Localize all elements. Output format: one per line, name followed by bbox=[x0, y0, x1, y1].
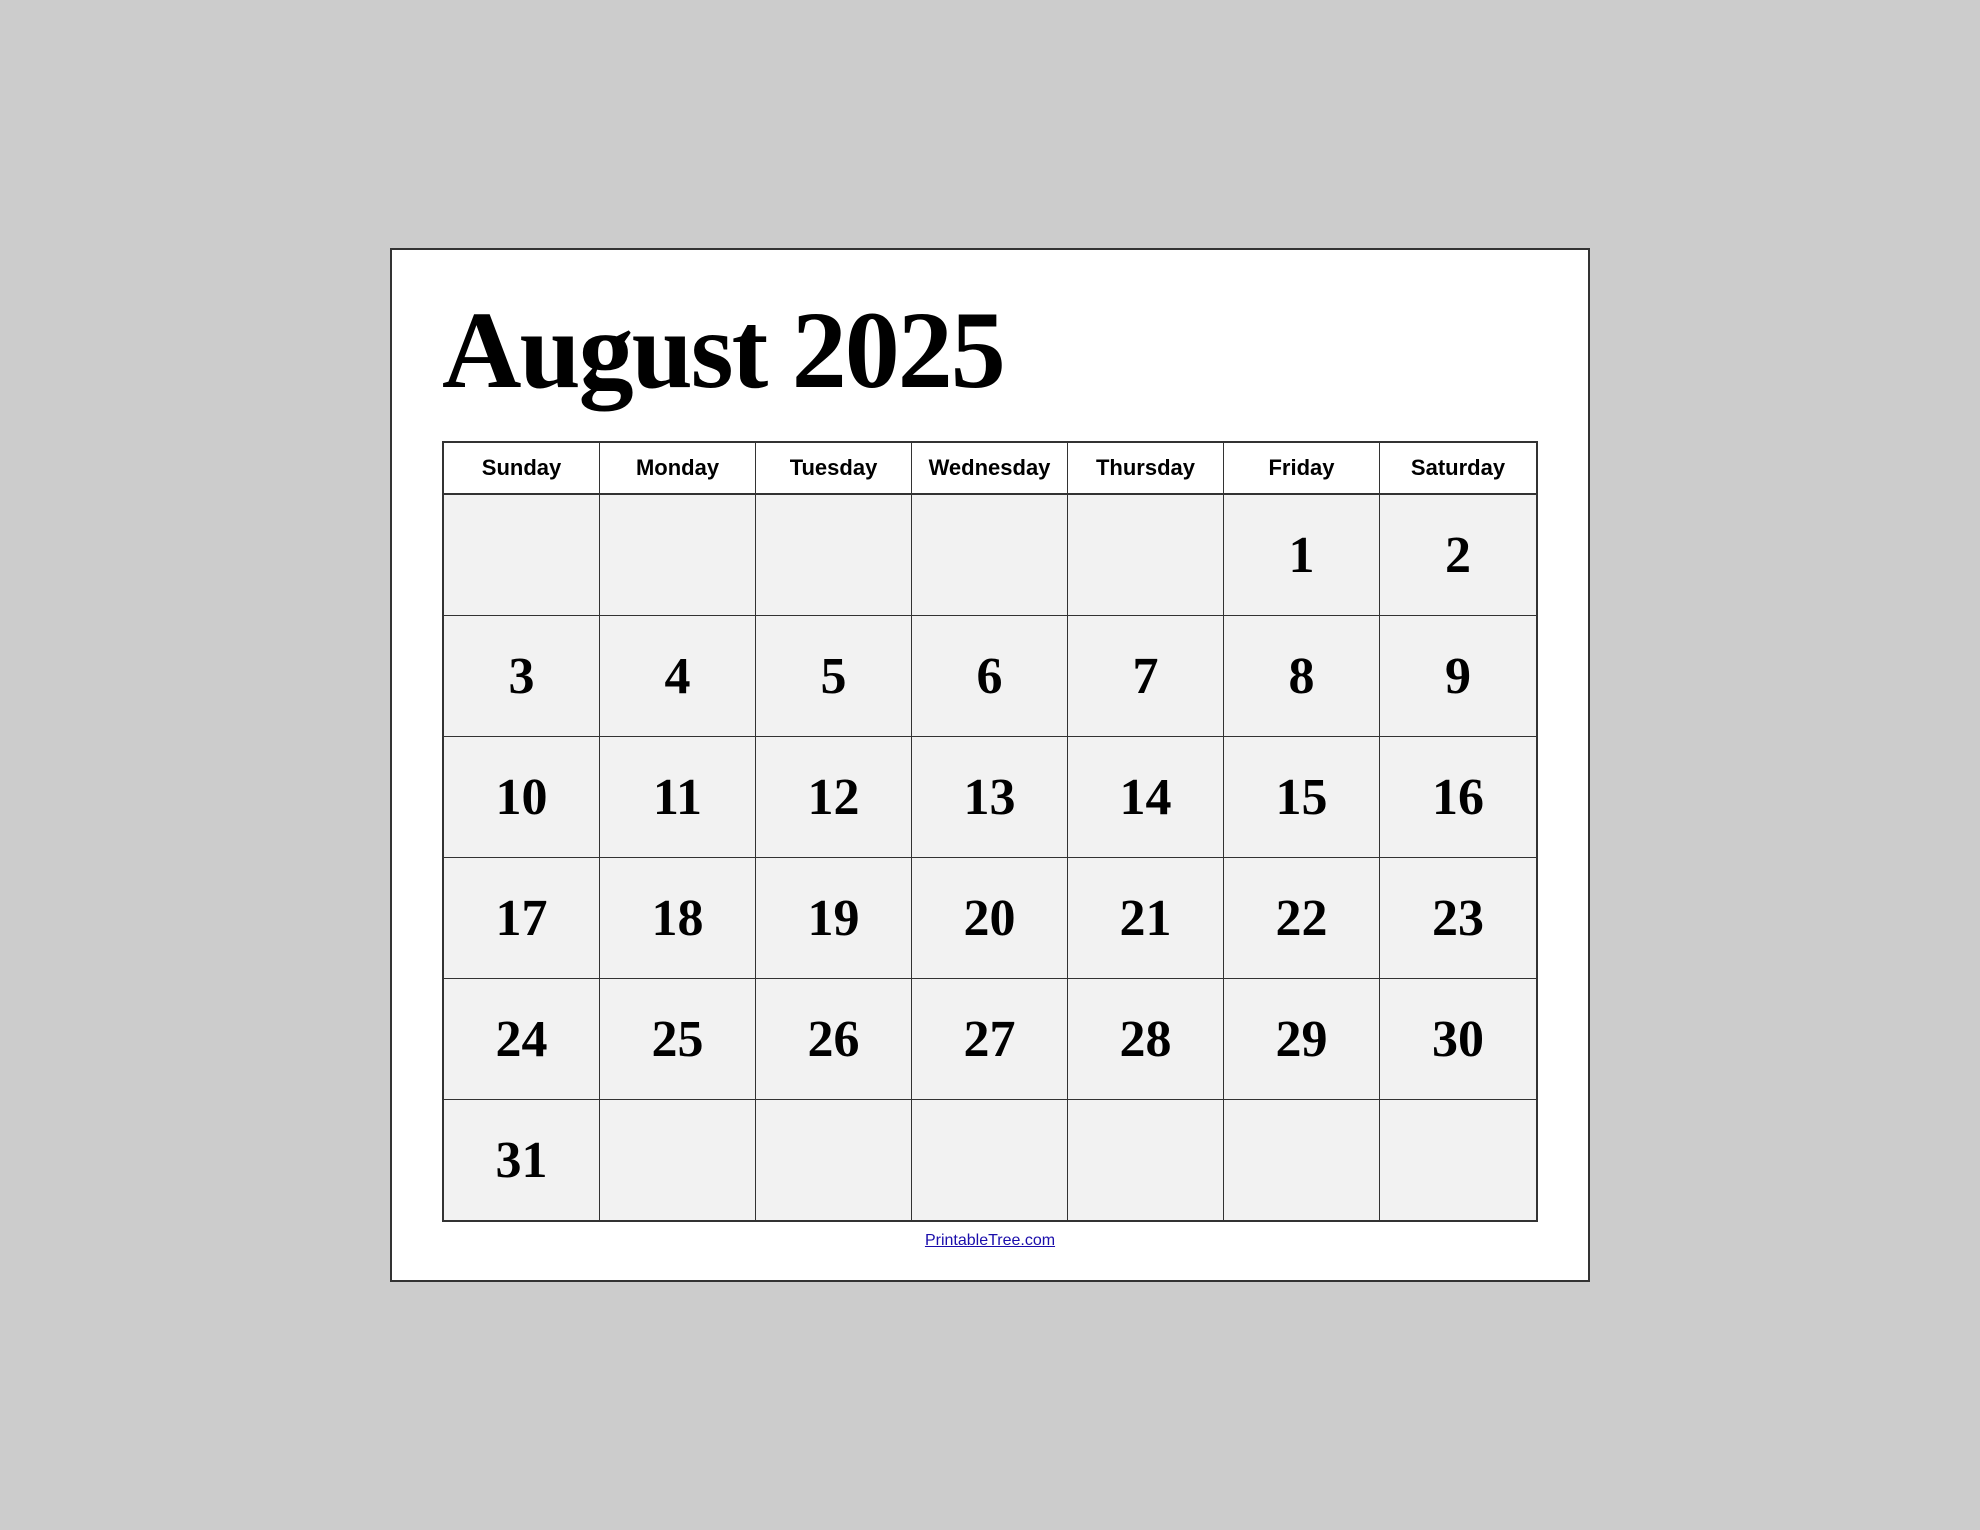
day-number: 9 bbox=[1445, 647, 1471, 706]
day-cell bbox=[912, 495, 1068, 615]
day-header-sunday: Sunday bbox=[444, 443, 600, 493]
day-cell: 15 bbox=[1224, 737, 1380, 857]
day-number: 30 bbox=[1432, 1010, 1484, 1069]
week-row-4: 24 25 26 27 28 29 30 bbox=[444, 979, 1536, 1100]
day-cell: 26 bbox=[756, 979, 912, 1099]
day-cell: 10 bbox=[444, 737, 600, 857]
day-number: 26 bbox=[808, 1010, 860, 1069]
day-cell bbox=[1380, 1100, 1536, 1220]
day-cell: 3 bbox=[444, 616, 600, 736]
day-header-friday: Friday bbox=[1224, 443, 1380, 493]
day-cell bbox=[756, 1100, 912, 1220]
day-number: 24 bbox=[496, 1010, 548, 1069]
day-number: 11 bbox=[653, 768, 702, 827]
day-cell: 8 bbox=[1224, 616, 1380, 736]
day-cell: 21 bbox=[1068, 858, 1224, 978]
day-number: 27 bbox=[964, 1010, 1016, 1069]
day-cell bbox=[1224, 1100, 1380, 1220]
week-row-1: 3 4 5 6 7 8 9 bbox=[444, 616, 1536, 737]
day-number: 25 bbox=[652, 1010, 704, 1069]
week-row-0: 12 bbox=[444, 495, 1536, 616]
day-number: 12 bbox=[808, 768, 860, 827]
day-number: 23 bbox=[1432, 889, 1484, 948]
calendar-grid: SundayMondayTuesdayWednesdayThursdayFrid… bbox=[442, 441, 1538, 1222]
day-cell: 2 bbox=[1380, 495, 1536, 615]
day-number: 15 bbox=[1276, 768, 1328, 827]
day-number: 8 bbox=[1289, 647, 1315, 706]
day-header-wednesday: Wednesday bbox=[912, 443, 1068, 493]
day-cell: 31 bbox=[444, 1100, 600, 1220]
day-number: 1 bbox=[1289, 526, 1315, 585]
day-cell bbox=[600, 1100, 756, 1220]
day-cell bbox=[444, 495, 600, 615]
day-number: 21 bbox=[1120, 889, 1172, 948]
week-row-3: 17 18 19 20 21 22 23 bbox=[444, 858, 1536, 979]
footer: PrintableTree.com bbox=[442, 1222, 1538, 1250]
day-cell bbox=[1068, 1100, 1224, 1220]
day-cell: 18 bbox=[600, 858, 756, 978]
week-row-5: 31 bbox=[444, 1100, 1536, 1220]
day-header-thursday: Thursday bbox=[1068, 443, 1224, 493]
day-cell: 16 bbox=[1380, 737, 1536, 857]
day-cell: 5 bbox=[756, 616, 912, 736]
day-cell: 4 bbox=[600, 616, 756, 736]
day-number: 10 bbox=[496, 768, 548, 827]
day-cell: 12 bbox=[756, 737, 912, 857]
day-cell: 13 bbox=[912, 737, 1068, 857]
day-cell: 28 bbox=[1068, 979, 1224, 1099]
day-cell: 25 bbox=[600, 979, 756, 1099]
day-number: 16 bbox=[1432, 768, 1484, 827]
day-cell: 1 bbox=[1224, 495, 1380, 615]
day-cell bbox=[756, 495, 912, 615]
day-cell: 27 bbox=[912, 979, 1068, 1099]
day-cell bbox=[912, 1100, 1068, 1220]
day-number: 17 bbox=[496, 889, 548, 948]
day-cell bbox=[1068, 495, 1224, 615]
calendar-title: August 2025 bbox=[442, 290, 1538, 411]
day-number: 29 bbox=[1276, 1010, 1328, 1069]
day-number: 7 bbox=[1133, 647, 1159, 706]
day-header-monday: Monday bbox=[600, 443, 756, 493]
day-number: 2 bbox=[1445, 526, 1471, 585]
day-cell: 19 bbox=[756, 858, 912, 978]
day-cell: 24 bbox=[444, 979, 600, 1099]
day-cell: 17 bbox=[444, 858, 600, 978]
day-cell: 14 bbox=[1068, 737, 1224, 857]
day-number: 4 bbox=[665, 647, 691, 706]
day-cell: 9 bbox=[1380, 616, 1536, 736]
day-cell: 29 bbox=[1224, 979, 1380, 1099]
day-number: 18 bbox=[652, 889, 704, 948]
day-number: 3 bbox=[509, 647, 535, 706]
day-cell: 20 bbox=[912, 858, 1068, 978]
day-number: 31 bbox=[496, 1131, 548, 1190]
calendar-weeks: 1234567891011121314151617181920212223242… bbox=[444, 495, 1536, 1220]
calendar-page: August 2025 SundayMondayTuesdayWednesday… bbox=[390, 248, 1590, 1282]
day-number: 20 bbox=[964, 889, 1016, 948]
day-number: 13 bbox=[964, 768, 1016, 827]
week-row-2: 10 11 12 13 14 15 16 bbox=[444, 737, 1536, 858]
day-cell: 6 bbox=[912, 616, 1068, 736]
day-number: 22 bbox=[1276, 889, 1328, 948]
day-header-saturday: Saturday bbox=[1380, 443, 1536, 493]
day-number: 28 bbox=[1120, 1010, 1172, 1069]
day-cell: 30 bbox=[1380, 979, 1536, 1099]
day-number: 5 bbox=[821, 647, 847, 706]
day-cell: 11 bbox=[600, 737, 756, 857]
day-cell bbox=[600, 495, 756, 615]
day-number: 14 bbox=[1120, 768, 1172, 827]
day-headers: SundayMondayTuesdayWednesdayThursdayFrid… bbox=[444, 443, 1536, 495]
day-cell: 22 bbox=[1224, 858, 1380, 978]
day-cell: 7 bbox=[1068, 616, 1224, 736]
day-number: 6 bbox=[977, 647, 1003, 706]
day-header-tuesday: Tuesday bbox=[756, 443, 912, 493]
day-number: 19 bbox=[808, 889, 860, 948]
day-cell: 23 bbox=[1380, 858, 1536, 978]
footer-link[interactable]: PrintableTree.com bbox=[925, 1232, 1055, 1249]
